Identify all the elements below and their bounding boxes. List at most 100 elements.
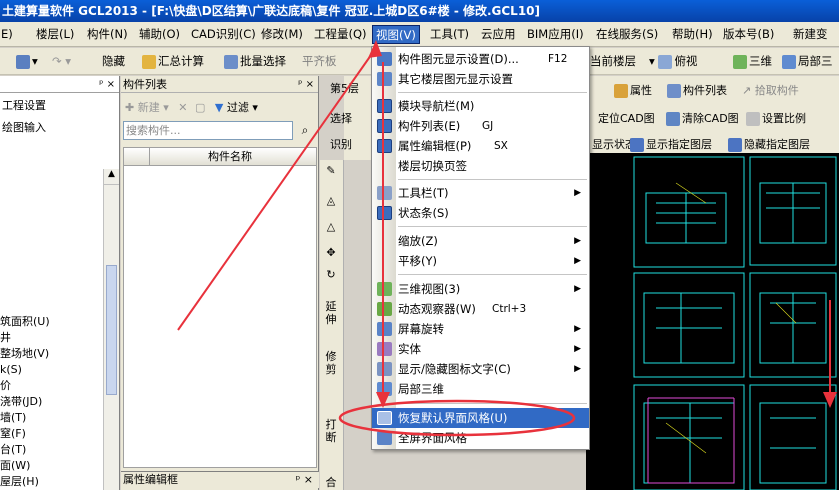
cad-icon	[630, 138, 644, 152]
menu-item-solid[interactable]: 实体 ▶	[372, 339, 589, 359]
view-mode-button[interactable]: ▾ 俯视	[647, 50, 699, 72]
menu-shortcut: GJ	[482, 120, 494, 132]
rotate-icon[interactable]: ↻	[324, 268, 338, 281]
mirror-icon[interactable]: ◬	[324, 194, 338, 207]
menu-item-local-3d[interactable]: 局部三维	[372, 379, 589, 399]
trim-button[interactable]: 修剪	[324, 350, 338, 376]
undo-button[interactable]: ▾	[14, 50, 40, 72]
menu-item-toolbar[interactable]: 工具栏(T) ▶	[372, 183, 589, 203]
pick-component-button[interactable]: ↗ 拾取构件	[742, 82, 799, 98]
menu-version[interactable]: 版本号(B)	[720, 25, 777, 44]
menu-item-floor-tabs[interactable]: 楼层切换页签	[372, 156, 589, 176]
list-icon	[667, 84, 681, 98]
nav-scrollbar[interactable]: ▲	[103, 169, 119, 490]
menu-item-other-floor-display[interactable]: 其它楼层图元显示设置	[372, 69, 589, 89]
menu-assist[interactable]: 辅助(O)	[136, 25, 183, 44]
menu-help[interactable]: 帮助(H)	[669, 25, 716, 44]
menu-item-screen-rotate[interactable]: 屏幕旋转 ▶	[372, 319, 589, 339]
menu-item-component-display[interactable]: 构件图元显示设置(D)... F12	[372, 49, 589, 69]
pencil-icon[interactable]: ✎	[324, 164, 338, 177]
menu-cad[interactable]: CAD识别(C)	[188, 25, 259, 44]
menu-floor[interactable]: 楼层(L)	[33, 25, 77, 44]
scroll-up-icon[interactable]: ▲	[104, 169, 119, 185]
menu-component[interactable]: 构件(N)	[84, 25, 131, 44]
nav-item[interactable]: 墙(T)	[0, 410, 26, 426]
menu-quantity[interactable]: 工程量(Q)	[311, 25, 370, 44]
menu-item-property-editor[interactable]: 属性编辑框(P) SX	[372, 136, 589, 156]
menu-item-label: 构件列表(E)	[398, 119, 461, 133]
flat-slab-label: 平齐板	[302, 54, 337, 68]
nav-item[interactable]: 井	[0, 330, 11, 346]
move-icon[interactable]: ✥	[324, 246, 338, 259]
component-list-button[interactable]: 构件列表	[667, 82, 727, 98]
menu-item-restore-default-style[interactable]: 恢复默认界面风格(U)	[372, 408, 589, 428]
show-layer-button[interactable]: 显示指定图层	[630, 136, 712, 152]
search-icon[interactable]: ⌕	[295, 121, 315, 140]
redo-button[interactable]: ↷ ▾	[50, 50, 73, 72]
clear-cad-button[interactable]: 清除CAD图	[666, 110, 739, 126]
menu-separator	[398, 179, 587, 180]
clear-cad-label: 清除CAD图	[682, 112, 739, 125]
pin-icon[interactable]: ᵖ ×	[296, 472, 313, 488]
flat-slab-button[interactable]: 平齐板	[300, 50, 339, 72]
new-component-button[interactable]: ✚ 新建 ▾	[125, 101, 169, 114]
locate-cad-button[interactable]: 定位CAD图	[598, 110, 655, 126]
pin-icon[interactable]: ᵖ ×	[298, 76, 314, 93]
nav-item[interactable]: 台(T)	[0, 442, 26, 458]
delete-icon[interactable]: ✕	[178, 101, 187, 114]
menu-bim[interactable]: BIM应用(I)	[524, 25, 587, 44]
nav-item[interactable]: k(S)	[0, 362, 22, 378]
menu-separator	[398, 92, 587, 93]
menu-item-module-nav[interactable]: 模块导航栏(M)	[372, 96, 589, 116]
nav-project-settings[interactable]: 工程设置	[0, 98, 46, 114]
component-grid[interactable]	[123, 166, 317, 468]
menu-separator	[398, 403, 587, 404]
floor-tab[interactable]: 第5层	[330, 80, 359, 96]
batch-select-button[interactable]: 批量选择	[222, 50, 288, 72]
summary-button[interactable]: 汇总计算	[140, 50, 206, 72]
triangle-icon[interactable]: △	[324, 220, 338, 233]
filter-button[interactable]: ▼ 过滤 ▾	[215, 101, 258, 114]
copy-icon[interactable]: ▢	[195, 101, 205, 114]
hide-button[interactable]: 隐藏	[100, 50, 127, 72]
column-component-name[interactable]: 构件名称	[208, 148, 252, 165]
menu-online[interactable]: 在线服务(S)	[593, 25, 661, 44]
menu-modify[interactable]: 修改(M)	[258, 25, 306, 44]
menu-view[interactable]: 视图(V)	[372, 25, 420, 44]
nav-item[interactable]: 屋层(H)	[0, 474, 39, 490]
menu-item-3d-view[interactable]: 三维视图(3) ▶	[372, 279, 589, 299]
menu-item-orbit[interactable]: 动态观察器(W) Ctrl+3	[372, 299, 589, 319]
three-d-button[interactable]: 三维	[731, 50, 774, 72]
menu-tools[interactable]: 工具(T)	[427, 25, 472, 44]
hide-layer-button[interactable]: 隐藏指定图层	[728, 136, 810, 152]
nav-drawing-input[interactable]: 绘图输入	[0, 120, 46, 136]
nav-item[interactable]: 面(W)	[0, 458, 30, 474]
local-3d-button[interactable]: 局部三	[780, 50, 835, 72]
menu-item-edit[interactable]: E)	[0, 25, 16, 44]
property-button[interactable]: 属性	[614, 82, 652, 98]
extend-button[interactable]: 延伸	[324, 300, 338, 326]
nav-item[interactable]: 价	[0, 378, 11, 394]
menu-item-fullscreen-style[interactable]: 全屏界面风格	[372, 428, 589, 448]
menu-new-change[interactable]: 新建变	[790, 25, 831, 44]
menu-item-label: 缩放(Z)	[398, 234, 438, 248]
nav-item[interactable]: 整场地(V)	[0, 346, 49, 362]
scroll-thumb[interactable]	[106, 265, 117, 395]
nav-item[interactable]: 浇带(JD)	[0, 394, 42, 410]
nav-item[interactable]: 窒(F)	[0, 426, 26, 442]
identify-button[interactable]: 识别	[330, 136, 352, 152]
menu-cloud[interactable]: 云应用	[478, 25, 519, 44]
break-button[interactable]: 打断	[324, 418, 338, 444]
merge-button[interactable]: 合	[324, 476, 338, 489]
nav-item[interactable]: 筑面积(U)	[0, 314, 50, 330]
menu-item-icon-text[interactable]: 显示/隐藏图标文字(C) ▶	[372, 359, 589, 379]
menu-item-status-bar[interactable]: 状态条(S)	[372, 203, 589, 223]
cad-canvas[interactable]	[586, 153, 839, 490]
menu-item-pan[interactable]: 平移(Y) ▶	[372, 251, 589, 271]
component-search-input[interactable]: 搜索构件...	[123, 121, 293, 140]
set-scale-button[interactable]: 设置比例	[746, 110, 806, 126]
pin-icon[interactable]: ᵖ ×	[99, 76, 115, 93]
menu-item-component-list[interactable]: 构件列表(E) GJ	[372, 116, 589, 136]
menu-item-zoom[interactable]: 缩放(Z) ▶	[372, 231, 589, 251]
select-button[interactable]: 选择	[330, 110, 352, 126]
